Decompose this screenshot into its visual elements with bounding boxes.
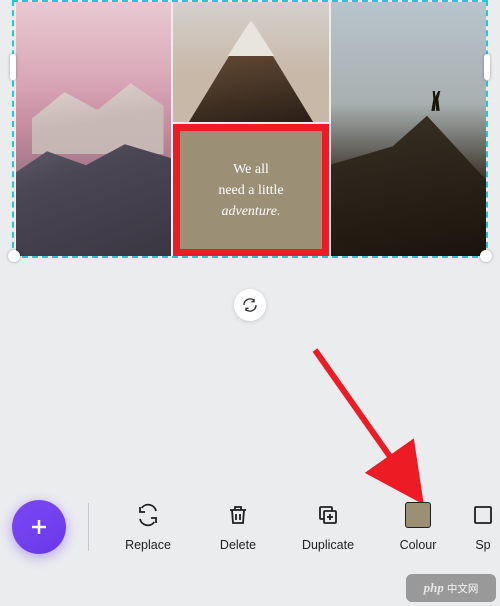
bottom-toolbar: Replace Delete Duplicate — [0, 484, 500, 570]
duplicate-button[interactable]: Duplicate — [283, 502, 373, 552]
spacing-icon — [471, 502, 495, 528]
canvas-area: We all need a little adventure. — [12, 0, 488, 258]
collage-col-right — [331, 2, 486, 256]
trash-icon — [226, 502, 250, 528]
spacing-button[interactable]: Sp — [463, 502, 500, 552]
hiker-silhouette — [429, 91, 443, 111]
add-button[interactable] — [12, 500, 66, 554]
quote-line-1: We all — [233, 162, 269, 177]
resize-handle-mid-left[interactable] — [10, 54, 16, 80]
watermark-brand: php — [424, 580, 444, 596]
tool-row: Replace Delete Duplicate — [103, 502, 500, 552]
duplicate-label: Duplicate — [302, 538, 354, 552]
colour-label: Colour — [400, 538, 437, 552]
delete-button[interactable]: Delete — [193, 502, 283, 552]
duplicate-icon — [316, 502, 340, 528]
selected-element-frame[interactable]: We all need a little adventure. — [12, 0, 488, 258]
rotate-icon — [242, 297, 258, 313]
spacing-label: Sp — [475, 538, 490, 552]
colour-swatch-icon — [405, 502, 431, 528]
photo-panel-volcano[interactable] — [173, 2, 328, 122]
colour-button[interactable]: Colour — [373, 502, 463, 552]
photo-panel-hikers[interactable] — [331, 2, 486, 256]
watermark: php 中文网 — [406, 574, 496, 602]
watermark-text: 中文网 — [447, 581, 479, 596]
selected-text-panel[interactable]: We all need a little adventure. — [173, 124, 328, 256]
replace-label: Replace — [125, 538, 171, 552]
collage-col-left — [16, 2, 171, 256]
replace-button[interactable]: Replace — [103, 502, 193, 552]
quote-line-3: adventure. — [222, 204, 281, 219]
toolbar-divider — [88, 503, 89, 551]
delete-label: Delete — [220, 538, 256, 552]
collage-col-middle: We all need a little adventure. — [173, 2, 328, 256]
quote-text: We all need a little adventure. — [218, 159, 283, 222]
rotate-button[interactable] — [234, 289, 266, 321]
replace-icon — [136, 502, 160, 528]
plus-icon — [27, 515, 51, 539]
resize-handle-bottom-right[interactable] — [480, 250, 492, 262]
resize-handle-bottom-left[interactable] — [8, 250, 20, 262]
resize-handle-mid-right[interactable] — [484, 54, 490, 80]
quote-line-2: need a little — [218, 183, 283, 198]
photo-panel-mountain-sunset[interactable] — [16, 2, 171, 256]
